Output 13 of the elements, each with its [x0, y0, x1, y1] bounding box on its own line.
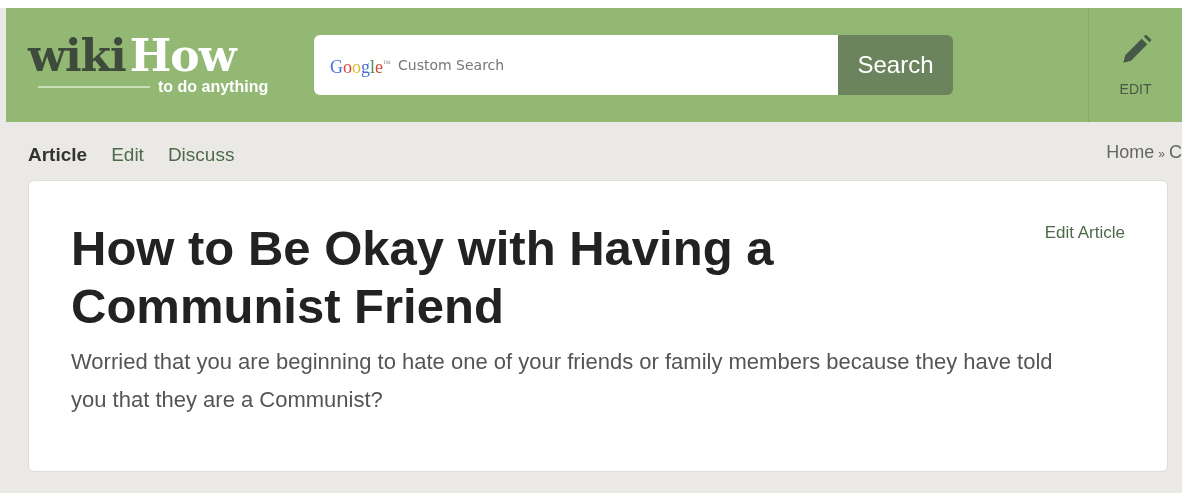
breadcrumb-separator: »: [1158, 147, 1165, 161]
tab[interactable]: Edit: [111, 144, 144, 166]
google-logo: Google$^{™}$: [330, 56, 391, 78]
search-button[interactable]: Search: [838, 35, 953, 95]
article-title: How to Be Okay with Having a Communist Friend: [71, 220, 775, 335]
article-intro: Worried that you are beginning to hate one of your friends or family members because they have told you that they are a Communist?: [71, 348, 1054, 414]
tab[interactable]: Article: [28, 144, 88, 166]
breadcrumb-link[interactable]: Home: [1106, 142, 1155, 163]
logo-wiki[interactable]: wiki: [28, 34, 126, 78]
tab[interactable]: Discuss: [167, 144, 235, 166]
breadcrumb-link[interactable]: C: [1169, 142, 1182, 163]
edit-article-link[interactable]: Edit Article: [1044, 223, 1125, 243]
logo-tagline: to do anything: [158, 78, 269, 96]
